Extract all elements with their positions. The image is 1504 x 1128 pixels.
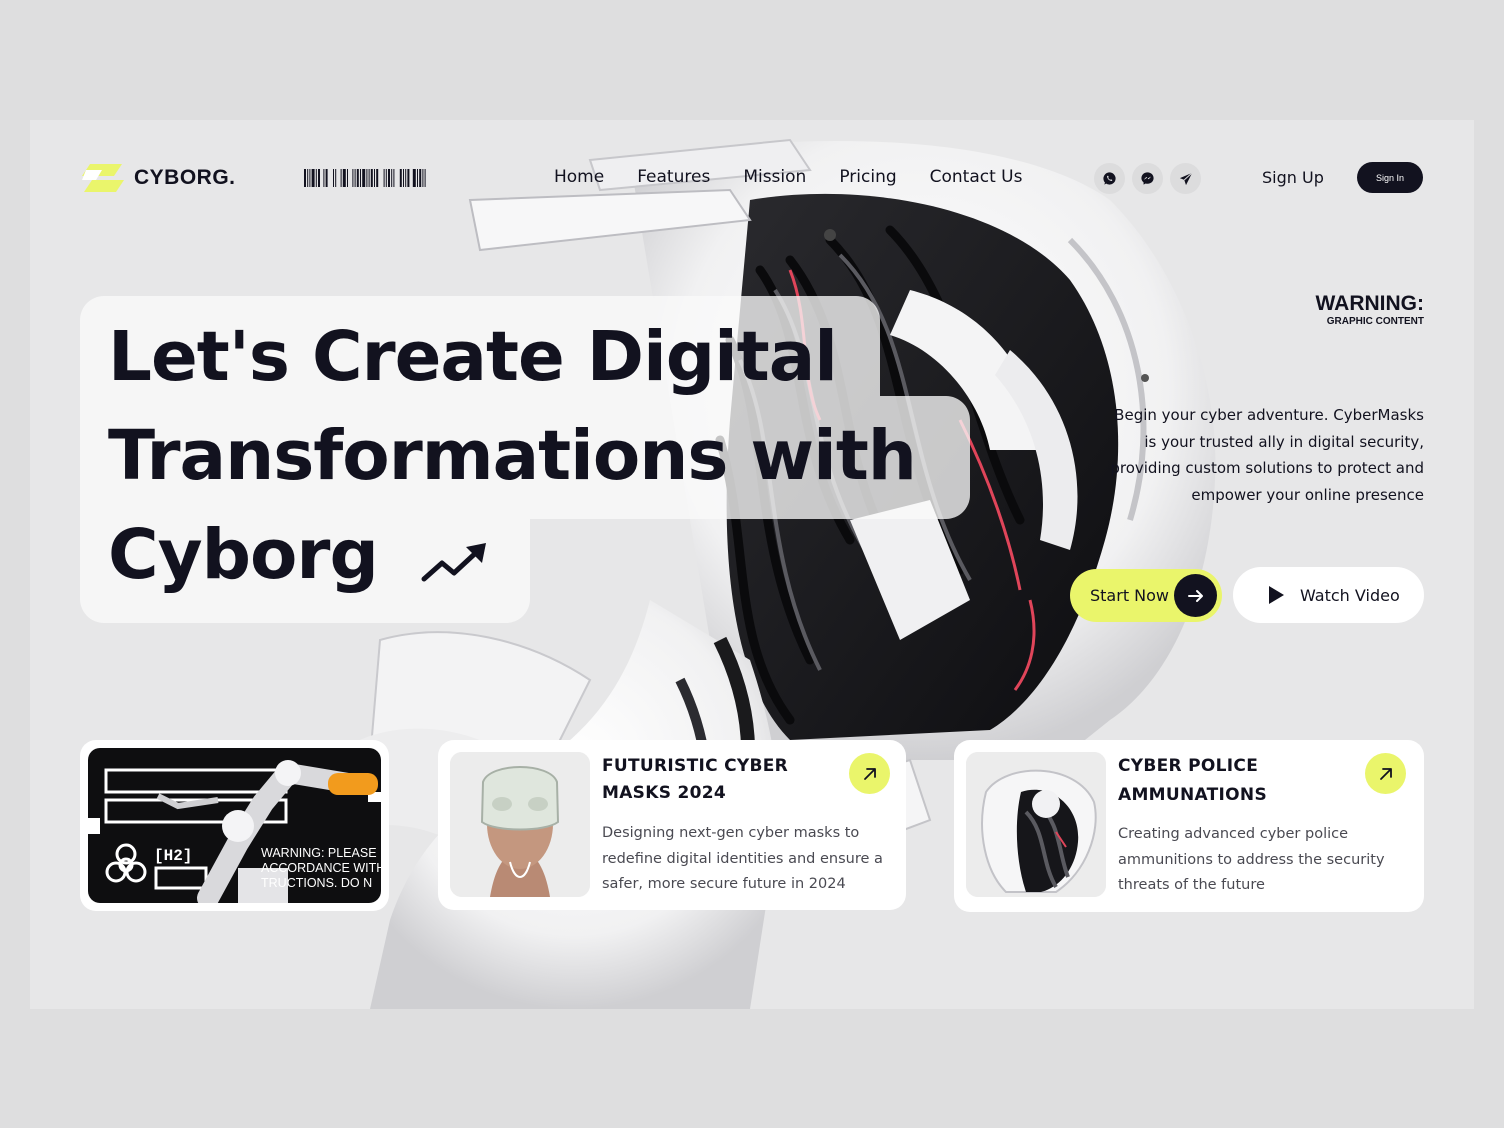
hazard-warning-text: WARNING: PLEASE E ACCORDANCE WITH TRUCTI…	[261, 846, 381, 891]
arrow-right-icon	[1174, 574, 1217, 617]
watch-video-label: Watch Video	[1300, 586, 1400, 605]
telegram-icon	[1179, 172, 1193, 186]
nav-mission[interactable]: Mission	[743, 167, 806, 187]
watch-video-button[interactable]: Watch Video	[1233, 567, 1424, 623]
warning-title: WARNING:	[1316, 292, 1425, 316]
feature-card[interactable]: FUTURISTIC CYBER MASKS 2024 Designing ne…	[438, 740, 906, 910]
card-title-line: CYBER POLICE	[1118, 752, 1267, 781]
whatsapp-icon	[1102, 171, 1117, 186]
social-links	[1094, 163, 1201, 194]
hero-title-line: Transformations with	[108, 407, 1008, 506]
hazard-code-label: [H2]	[154, 847, 192, 865]
nav-home[interactable]: Home	[554, 167, 604, 187]
messenger-button[interactable]	[1132, 163, 1163, 194]
card-title: CYBER POLICE AMMUNATIONS	[1118, 752, 1267, 810]
card-description: Designing next-gen cyber masks to redefi…	[602, 821, 892, 898]
cyber-police-image	[966, 752, 1106, 897]
hazard-warning-line: TRUCTIONS. DO N	[261, 876, 381, 891]
trending-up-icon	[420, 541, 490, 585]
hero-title-line: Cyborg	[108, 506, 1008, 605]
sign-in-button[interactable]: Sign In	[1357, 162, 1423, 193]
nav-contact-us[interactable]: Contact Us	[930, 167, 1023, 187]
nav-pricing[interactable]: Pricing	[839, 167, 896, 187]
card-title: FUTURISTIC CYBER MASKS 2024	[602, 753, 788, 807]
whatsapp-button[interactable]	[1094, 163, 1125, 194]
logo-mark-icon	[82, 162, 124, 194]
hazard-warning-line: ACCORDANCE WITH	[261, 861, 381, 876]
card-link-button[interactable]	[1365, 753, 1406, 794]
card-title-line: FUTURISTIC CYBER	[602, 753, 788, 780]
messenger-icon	[1140, 171, 1155, 186]
hazard-warning-image: [H2] WARNING: PLEASE E ACCORDANCE WITH T…	[88, 748, 381, 903]
cyber-mask-image	[450, 752, 590, 897]
telegram-button[interactable]	[1170, 163, 1201, 194]
brand-name: CYBORG.	[134, 166, 236, 190]
hero-title: Let's Create Digital Transformations wit…	[108, 308, 1008, 605]
page-frame: CYBORG. Home Features Mission Pricing Co…	[30, 120, 1474, 1009]
card-link-button[interactable]	[849, 753, 890, 794]
nav-features[interactable]: Features	[637, 167, 710, 187]
start-now-button[interactable]: Start Now	[1070, 569, 1222, 622]
arrow-up-right-icon	[862, 766, 878, 782]
card-description: Creating advanced cyber police ammunitio…	[1118, 822, 1408, 899]
card-title-line: AMMUNATIONS	[1118, 781, 1267, 810]
card-title-line: MASKS 2024	[602, 780, 788, 807]
start-now-label: Start Now	[1090, 586, 1169, 605]
warning-subtitle: GRAPHIC CONTENT	[1316, 316, 1425, 328]
main-nav: Home Features Mission Pricing Contact Us	[554, 167, 1023, 187]
sign-up-link[interactable]: Sign Up	[1262, 168, 1324, 187]
barcode-graphic	[304, 169, 446, 187]
intro-text: Begin your cyber adventure. CyberMasks i…	[1104, 402, 1424, 508]
play-icon	[1269, 586, 1284, 604]
brand-logo[interactable]: CYBORG.	[82, 162, 236, 194]
warning-label: WARNING: GRAPHIC CONTENT	[1316, 292, 1425, 328]
hazard-warning-line: WARNING: PLEASE E	[261, 846, 381, 861]
hazard-warning-card[interactable]: [H2] WARNING: PLEASE E ACCORDANCE WITH T…	[80, 740, 389, 911]
feature-card[interactable]: CYBER POLICE AMMUNATIONS Creating advanc…	[954, 740, 1424, 912]
hero-title-line: Let's Create Digital	[108, 308, 1008, 407]
arrow-up-right-icon	[1378, 766, 1394, 782]
